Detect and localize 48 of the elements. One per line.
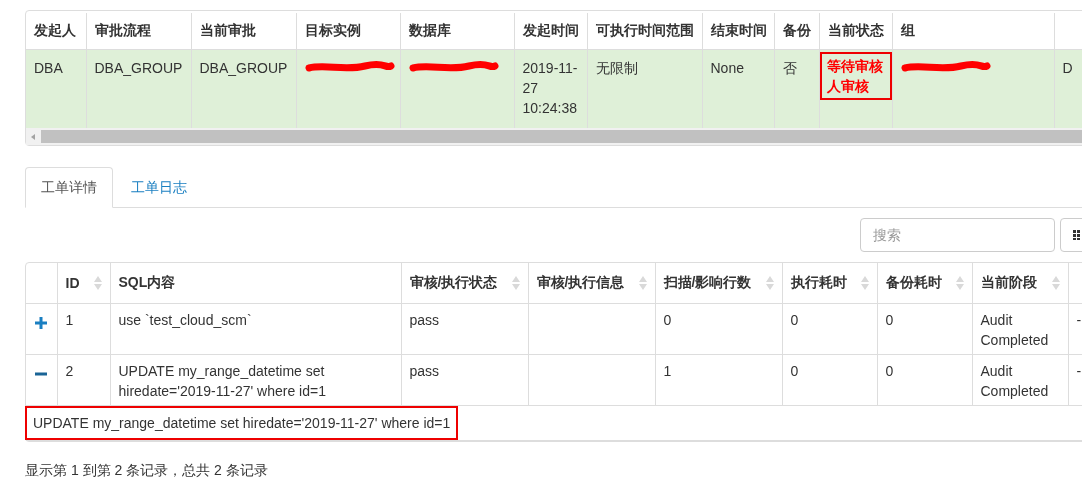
- table-cell: 否: [782, 60, 797, 76]
- column-header: 当前审批: [199, 22, 256, 38]
- search-field[interactable]: 搜索: [860, 218, 1055, 252]
- column-header: SQL内容: [118, 273, 176, 292]
- table-cell: 2: [65, 362, 74, 379]
- table-cell: None: [710, 60, 744, 76]
- tab[interactable]: 工单详情: [25, 167, 113, 208]
- sql-detail: UPDATE my_range_datetime set hiredate='2019-11-27' where id=1: [25, 405, 459, 440]
- table-cell: -: [1076, 362, 1082, 379]
- column-header[interactable]: 审核/执行状态: [409, 273, 498, 292]
- table-cell: 0: [790, 362, 799, 379]
- column-header[interactable]: 扫描/影响行数: [663, 273, 752, 292]
- table-cell: 0: [663, 311, 672, 328]
- table-cell: DBA_GROUP: [199, 60, 288, 76]
- column-header: 组: [900, 22, 915, 38]
- table-cell: 2019-11-27 10:24:38: [522, 60, 578, 116]
- column-header: 数据库: [408, 22, 451, 38]
- table-cell: DBA_GROUP: [94, 60, 183, 76]
- table-cell: Audit Completed: [980, 311, 1049, 348]
- table-cell: 1: [663, 362, 672, 379]
- table-cell: UPDATE my_range_datetime set hiredate='2019-11-27' where id=1: [118, 362, 326, 399]
- column-header[interactable]: ID: [65, 274, 80, 291]
- table-cell: DBA: [34, 60, 63, 76]
- column-header[interactable]: 当前阶段: [980, 273, 1037, 292]
- table-cell: pass: [409, 311, 440, 328]
- column-header: 当前状态: [827, 22, 884, 38]
- column-header[interactable]: 备份耗时: [885, 273, 942, 292]
- column-header: 可执行时间范围: [595, 22, 694, 38]
- column-header: 目标实例: [304, 22, 361, 38]
- column-header: 结束时间: [710, 22, 767, 38]
- table-cell: 1: [65, 311, 74, 328]
- table-cell: pass: [409, 362, 440, 379]
- column-header: 发起人: [34, 22, 76, 38]
- column-header: 发起时间: [522, 22, 579, 38]
- table-cell: -: [1076, 311, 1082, 328]
- column-header[interactable]: 执行耗时: [790, 273, 847, 292]
- table-cell: use `test_cloud_scm`: [118, 311, 252, 328]
- pagination-info: 显示第 1 到第 2 条记录，总共 2 条记录: [25, 460, 269, 480]
- table-cell: 0: [885, 311, 894, 328]
- column-header: 备份: [782, 22, 811, 38]
- table-cell: Audit Completed: [980, 362, 1049, 399]
- column-header: 审批流程: [94, 22, 151, 38]
- tab[interactable]: 工单日志: [115, 167, 203, 208]
- table-cell: 0: [885, 362, 894, 379]
- table-cell: 0: [790, 311, 799, 328]
- table-cell: 无限制: [595, 60, 638, 76]
- column-header[interactable]: 审核/执行信息: [536, 273, 625, 292]
- table-cell: D: [1062, 60, 1073, 76]
